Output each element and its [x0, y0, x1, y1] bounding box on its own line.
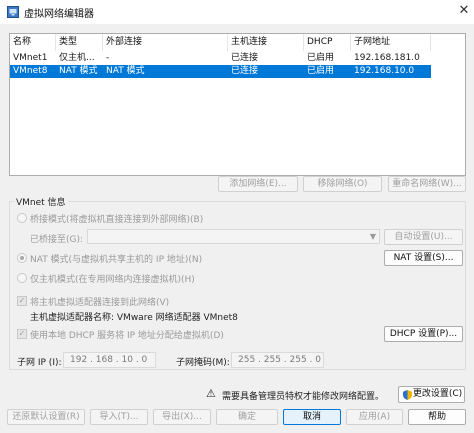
window-title: 虚拟网络编辑器 [24, 9, 94, 20]
subnet-mask-label: 子网掩码(M): [176, 358, 230, 368]
bridged-to-label: 已桥接至(G): [30, 235, 84, 245]
warning-icon: ⚠ [206, 387, 216, 400]
dhcp-label: 使用本地 DHCP 服务将 IP 地址分配给虚拟机(D) [30, 331, 224, 341]
vmnet-info-label: VMnet 信息 [14, 195, 68, 208]
remove-network-button[interactable]: 移除网络(O) [303, 176, 382, 192]
shield-icon [403, 390, 412, 400]
subnet-ip-field[interactable]: 192 . 168 . 10 . 0 [63, 352, 156, 368]
add-network-button[interactable]: 添加网络(E)... [218, 176, 298, 192]
close-icon[interactable]: ✕ [455, 2, 473, 20]
cell-type: 仅主机... [59, 53, 95, 63]
export-button[interactable]: 导出(X)... [153, 409, 211, 425]
host-only-label: 仅主机模式(在专用网络内连接虚拟机)(H) [30, 275, 195, 285]
cancel-button[interactable]: 取消 [283, 409, 341, 425]
dhcp-settings-button[interactable]: DHCP 设置(P)... [384, 326, 463, 342]
change-settings-label: 更改设置(C) [412, 389, 463, 399]
help-button[interactable]: 帮助 [408, 409, 466, 425]
bridged-mode-radio[interactable] [17, 213, 27, 223]
admin-notice-text: 需要具备管理员特权才能修改网络配置。 [222, 392, 385, 402]
rename-network-button[interactable]: 重命名网络(W)... [388, 176, 466, 192]
table-row[interactable]: VMnet1 仅主机... - 已连接 已启用 192.168.181.0 [10, 52, 431, 65]
cell-host: 已连接 [231, 66, 259, 76]
bridged-mode-label: 桥接模式(将虚拟机直接连接到外部网络)(B) [30, 215, 204, 225]
column-header-type[interactable]: 类型 [56, 34, 103, 51]
cell-external: - [106, 53, 110, 63]
table-row-selected[interactable]: VMnet8 NAT 模式 NAT 模式 已连接 已启用 192.168.10.… [10, 65, 431, 78]
column-header-dhcp[interactable]: DHCP [304, 34, 351, 51]
chevron-down-icon: ▼ [369, 232, 376, 241]
apply-button[interactable]: 应用(A) [346, 409, 403, 425]
cell-name: VMnet8 [13, 66, 48, 76]
change-settings-button[interactable]: 更改设置(C) [398, 386, 465, 403]
ok-button[interactable]: 确定 [216, 409, 278, 425]
network-table[interactable]: 名称 类型 外部连接 主机连接 DHCP 子网地址 VMnet1 仅主机... … [9, 33, 466, 176]
connect-adapter-checkbox[interactable]: ✓ [17, 296, 27, 306]
column-header-host[interactable]: 主机连接 [228, 34, 304, 51]
vmnet-info-group [9, 201, 466, 370]
nat-mode-radio[interactable] [17, 253, 27, 263]
column-header-external[interactable]: 外部连接 [103, 34, 228, 51]
host-only-radio[interactable] [17, 273, 27, 283]
subnet-mask-field[interactable]: 255 . 255 . 255 . 0 [231, 352, 324, 368]
cell-host: 已连接 [231, 53, 259, 63]
cell-type: NAT 模式 [59, 66, 98, 76]
column-header-subnet[interactable]: 子网地址 [351, 34, 431, 51]
network-editor-icon [7, 6, 19, 18]
cell-name: VMnet1 [13, 53, 48, 63]
cell-dhcp: 已启用 [307, 66, 335, 76]
connect-adapter-label: 将主机虚拟适配器连接到此网络(V) [30, 298, 170, 308]
dhcp-checkbox[interactable]: ✓ [17, 329, 27, 339]
nat-settings-button[interactable]: NAT 设置(S)... [384, 250, 463, 266]
cell-external: NAT 模式 [106, 66, 145, 76]
adapter-name-label: 主机虚拟适配器名称: VMware 网络适配器 VMnet8 [30, 313, 238, 323]
nat-mode-label: NAT 模式(与虚拟机共享主机的 IP 地址)(N) [30, 255, 203, 265]
column-header-name[interactable]: 名称 [10, 34, 56, 51]
auto-settings-button[interactable]: 自动设置(U)... [384, 229, 463, 245]
subnet-ip-label: 子网 IP (I): [17, 358, 62, 368]
restore-defaults-button[interactable]: 还原默认设置(R) [7, 409, 85, 425]
import-button[interactable]: 导入(T)... [90, 409, 148, 425]
cell-dhcp: 已启用 [307, 53, 335, 63]
cell-subnet: 192.168.181.0 [354, 53, 420, 63]
cell-subnet: 192.168.10.0 [354, 66, 415, 76]
bridged-to-select[interactable]: ▼ [87, 229, 380, 244]
